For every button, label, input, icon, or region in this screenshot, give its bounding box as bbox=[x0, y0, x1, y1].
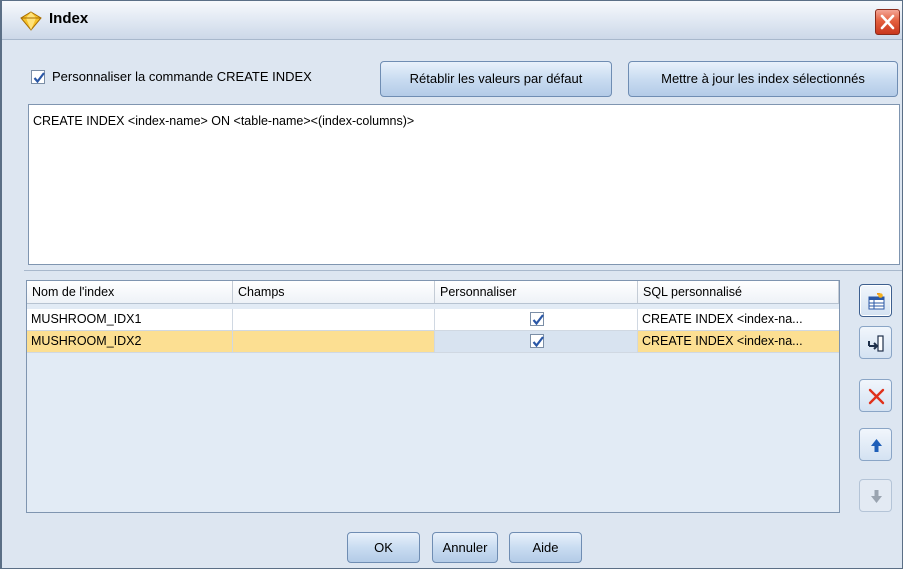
cell-customize bbox=[435, 309, 638, 330]
cancel-button[interactable]: Annuler bbox=[432, 532, 498, 563]
checkmark-icon bbox=[532, 314, 544, 326]
delete-button[interactable] bbox=[859, 379, 892, 412]
insert-row-button[interactable] bbox=[859, 326, 892, 359]
title-bar: Index bbox=[2, 1, 902, 40]
create-index-sql-editor[interactable]: CREATE INDEX <index-name> ON <table-name… bbox=[28, 104, 900, 265]
cell-customize bbox=[435, 331, 638, 352]
table-row[interactable]: MUSHROOM_IDX1 CREATE INDEX <index-na... bbox=[27, 309, 839, 331]
checkmark-icon bbox=[532, 336, 544, 348]
close-icon bbox=[880, 14, 895, 30]
column-header-index-name[interactable]: Nom de l'index bbox=[27, 281, 233, 303]
table-row[interactable]: MUSHROOM_IDX2 CREATE INDEX <index-na... bbox=[27, 331, 839, 353]
cell-index-name: MUSHROOM_IDX2 bbox=[27, 331, 233, 352]
ok-button[interactable]: OK bbox=[347, 532, 420, 563]
row-customize-checkbox[interactable] bbox=[530, 334, 544, 348]
cell-index-name: MUSHROOM_IDX1 bbox=[27, 309, 233, 330]
customize-checkbox[interactable] bbox=[31, 70, 45, 84]
sql-text: CREATE INDEX <index-name> ON <table-name… bbox=[33, 114, 415, 128]
insert-row-icon bbox=[868, 335, 884, 352]
column-header-customize[interactable]: Personnaliser bbox=[435, 281, 638, 303]
move-down-icon bbox=[871, 490, 882, 503]
diamond-icon bbox=[20, 11, 42, 31]
window-title: Index bbox=[49, 10, 89, 27]
delete-icon bbox=[868, 388, 885, 405]
cell-fields[interactable] bbox=[233, 309, 435, 330]
index-table: Nom de l'index Champs Personnaliser SQL … bbox=[26, 280, 840, 513]
cell-custom-sql[interactable]: CREATE INDEX <index-na... bbox=[638, 309, 839, 330]
move-up-button[interactable] bbox=[859, 428, 892, 461]
close-button[interactable] bbox=[875, 9, 900, 35]
cell-fields[interactable] bbox=[233, 331, 435, 352]
customize-label: Personnaliser la commande CREATE INDEX bbox=[52, 69, 312, 84]
table-header: Nom de l'index Champs Personnaliser SQL … bbox=[27, 281, 839, 304]
add-index-icon bbox=[868, 293, 885, 310]
update-selected-index-button[interactable]: Mettre à jour les index sélectionnés bbox=[628, 61, 898, 97]
reset-defaults-button[interactable]: Rétablir les valeurs par défaut bbox=[380, 61, 612, 97]
column-header-custom-sql[interactable]: SQL personnalisé bbox=[638, 281, 839, 303]
move-up-icon bbox=[871, 439, 882, 452]
checkmark-icon bbox=[33, 72, 45, 84]
cell-custom-sql[interactable]: CREATE INDEX <index-na... bbox=[638, 331, 839, 352]
add-index-button[interactable] bbox=[859, 284, 892, 317]
row-customize-checkbox[interactable] bbox=[530, 312, 544, 326]
column-header-fields[interactable]: Champs bbox=[233, 281, 435, 303]
divider bbox=[24, 270, 902, 271]
index-dialog: Index Personnaliser la commande CREATE I… bbox=[0, 0, 903, 569]
move-down-button bbox=[859, 479, 892, 512]
help-button[interactable]: Aide bbox=[509, 532, 582, 563]
